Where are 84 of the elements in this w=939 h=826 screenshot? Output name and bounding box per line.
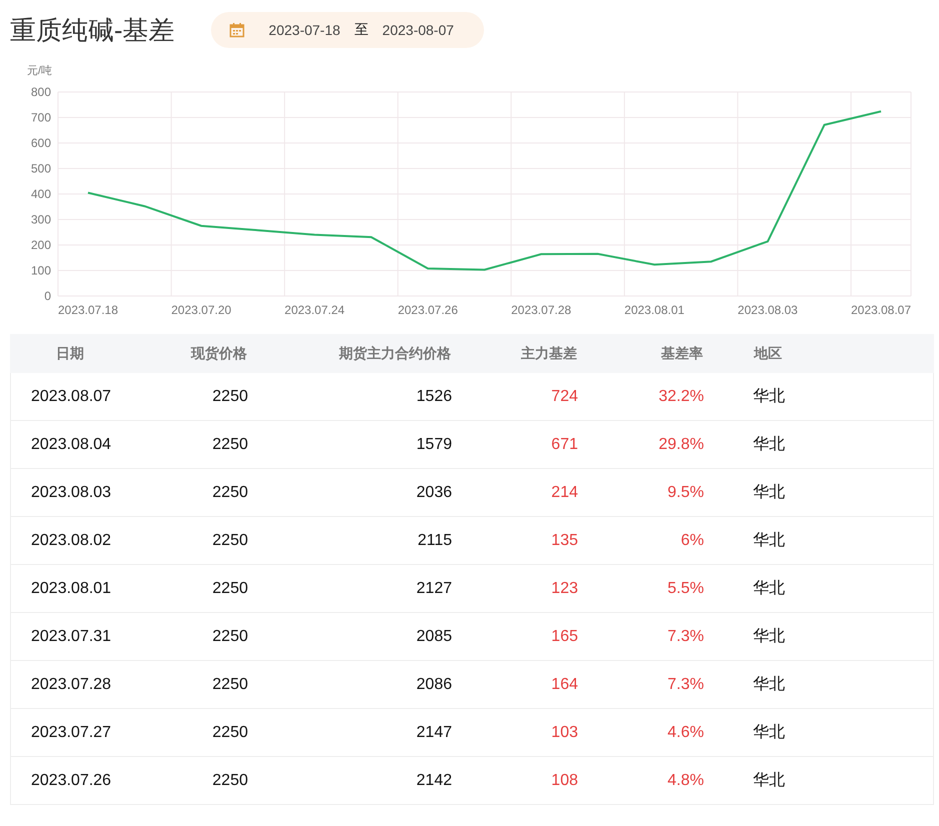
- table-cell-text: 2023.08.02: [30, 532, 112, 550]
- axis-tick-label: 800: [30, 85, 51, 99]
- axis-tick-label: 400: [30, 187, 51, 201]
- table-cell: 135: [551, 532, 578, 550]
- axis-tick-label: 500: [30, 162, 51, 176]
- range-separator: 至: [354, 21, 368, 39]
- table-cell-text: 2023.08.01: [30, 580, 112, 598]
- column-header: 地区: [754, 344, 782, 362]
- table-cell: 103: [551, 724, 578, 742]
- table-cell: 2085: [416, 628, 452, 646]
- column-header: 基差率: [661, 344, 703, 362]
- table-cell: 724: [551, 388, 578, 406]
- table-cell-text: 华北: [753, 482, 785, 503]
- end-date: 2023-08-07: [382, 22, 454, 38]
- axis-tick-label: 0: [44, 289, 51, 303]
- table-cell: 214: [551, 484, 578, 502]
- axis-tick-label: 2023.07.26: [398, 303, 458, 317]
- axis-tick-label: 2023.08.07: [850, 303, 912, 317]
- table-cell-text: 华北: [753, 626, 785, 647]
- table-cell-text: 2023.08.04: [30, 436, 112, 454]
- table-cell: 4.8%: [668, 772, 704, 790]
- table-cell-text: 2023.07.28: [30, 676, 112, 694]
- column-header: 现货价格: [191, 344, 247, 362]
- table-cell-text: 华北: [753, 578, 785, 599]
- table-cell-text: 华北: [753, 770, 785, 791]
- page-title: 重质纯碱-基差: [10, 14, 175, 46]
- table-cell: 7.3%: [668, 676, 704, 694]
- table-cell: 2250: [212, 436, 248, 454]
- table-cell: 5.5%: [668, 580, 704, 598]
- table-cell: 2250: [212, 388, 248, 406]
- table-cell: 1579: [416, 436, 452, 454]
- table-cell: 29.8%: [658, 436, 704, 454]
- table-cell: 6%: [680, 532, 704, 550]
- table-cell: 2250: [212, 772, 248, 790]
- axis-tick-label: 2023.08.01: [624, 303, 684, 317]
- axis-tick-label: 2023.07.28: [511, 303, 572, 317]
- axis-unit-label: 元/吨: [26, 65, 52, 77]
- table-cell: 165: [551, 628, 578, 646]
- table-cell-text: 2023.08.03: [30, 484, 112, 502]
- axis-tick-label: 300: [30, 212, 51, 226]
- table-cell: 2147: [416, 724, 452, 742]
- axis-tick-label: 2023.07.20: [171, 303, 232, 317]
- start-date: 2023-07-18: [268, 22, 340, 38]
- table-cell: 32.2%: [658, 388, 704, 406]
- table-cell: 108: [551, 772, 578, 790]
- table-cell-text: 华北: [753, 386, 785, 407]
- table-cell: 2142: [416, 772, 452, 790]
- table-cell: 2250: [212, 580, 248, 598]
- axis-tick-label: 2023.07.18: [58, 303, 118, 317]
- table-cell: 123: [551, 580, 578, 598]
- column-header: 日期: [55, 344, 84, 362]
- table-cell: 2115: [418, 532, 452, 550]
- table-cell: 2250: [212, 628, 248, 646]
- table-cell: 2086: [416, 676, 452, 694]
- table-cell-text: 华北: [753, 722, 785, 743]
- table-cell: 2250: [212, 676, 248, 694]
- table-cell: 2127: [416, 580, 452, 598]
- table-cell: 4.6%: [668, 724, 704, 742]
- axis-tick-label: 700: [30, 110, 51, 124]
- table-cell: 1526: [416, 388, 452, 406]
- table-cell: 2250: [212, 532, 248, 550]
- calendar-icon: [228, 22, 245, 38]
- table-cell: 671: [551, 436, 578, 454]
- table-cell-text: 华北: [753, 434, 785, 455]
- axis-tick-label: 100: [30, 264, 51, 278]
- table-cell: 7.3%: [668, 628, 704, 646]
- axis-tick-label: 600: [30, 136, 51, 150]
- axis-tick-label: 200: [30, 238, 51, 252]
- table-cell-text: 2023.07.27: [30, 724, 112, 742]
- table-cell: 2036: [416, 484, 452, 502]
- table-cell: 2250: [212, 724, 248, 742]
- table-cell-text: 华北: [753, 530, 785, 551]
- table-cell-text: 2023.08.07: [30, 388, 112, 406]
- table-cell: 9.5%: [668, 484, 704, 502]
- table-cell: 164: [551, 676, 578, 694]
- table-cell: 2250: [212, 484, 248, 502]
- axis-tick-label: 2023.08.03: [738, 303, 798, 317]
- table-cell-text: 2023.07.26: [30, 772, 112, 790]
- column-header: 主力基差: [521, 344, 577, 362]
- axis-tick-label: 2023.07.24: [284, 303, 345, 317]
- date-range-picker[interactable]: 2023-07-18 至 2023-08-07: [210, 12, 484, 48]
- table-cell-text: 华北: [753, 674, 785, 695]
- column-header: 期货主力合约价格: [339, 344, 451, 362]
- table-cell-text: 2023.07.31: [30, 628, 112, 646]
